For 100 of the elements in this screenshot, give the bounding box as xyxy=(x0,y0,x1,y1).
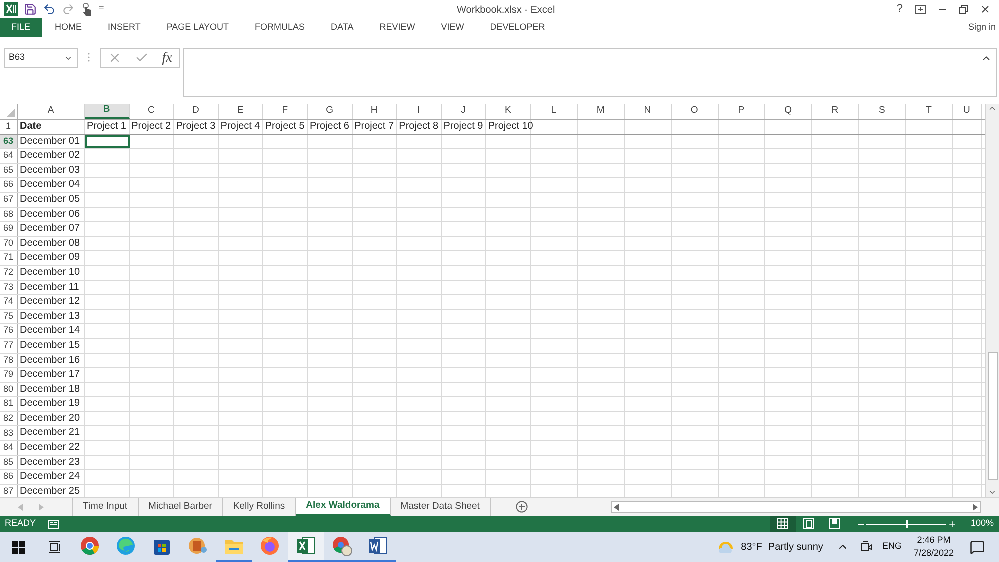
meet-icon[interactable] xyxy=(861,541,874,553)
row-header[interactable]: 71 xyxy=(0,251,18,265)
slider-thumb[interactable] xyxy=(906,520,908,528)
view-button[interactable] xyxy=(770,516,796,532)
row-header[interactable]: 68 xyxy=(0,208,18,222)
row-header[interactable]: 74 xyxy=(0,295,18,309)
column-header[interactable]: J xyxy=(442,104,486,119)
name-box[interactable]: B63 xyxy=(4,48,78,68)
zoom-in-icon[interactable] xyxy=(948,520,957,528)
column-header[interactable]: K xyxy=(486,104,531,119)
row-header[interactable]: 70 xyxy=(0,236,18,250)
column-header[interactable]: M xyxy=(578,104,625,119)
scroll-down-icon[interactable] xyxy=(988,488,997,497)
table-cell: Project 3 xyxy=(174,120,219,134)
temperature[interactable]: 83°F xyxy=(741,540,762,554)
close-icon[interactable] xyxy=(980,4,991,14)
scroll-thumb[interactable] xyxy=(988,352,998,480)
row-header[interactable]: 63 xyxy=(0,134,18,148)
column-header[interactable]: Q xyxy=(765,104,812,119)
ribbon-tab[interactable]: DEVELOPER xyxy=(477,18,558,37)
insert-function-button[interactable]: fx xyxy=(162,48,172,68)
ribbon-tab[interactable]: INSERT xyxy=(95,18,154,37)
column-header[interactable]: U xyxy=(952,104,982,119)
row-header[interactable]: 64 xyxy=(0,149,18,163)
taskbar-app[interactable] xyxy=(288,532,324,562)
scroll-right-icon[interactable] xyxy=(973,504,978,510)
windows-start-icon[interactable] xyxy=(12,540,24,554)
horizontal-scrollbar[interactable] xyxy=(611,501,981,513)
undo-icon[interactable] xyxy=(43,2,56,16)
column-header[interactable]: C xyxy=(130,104,174,119)
vertical-scrollbar[interactable] xyxy=(985,104,999,497)
row-header[interactable]: 86 xyxy=(0,470,18,484)
row-header[interactable]: 79 xyxy=(0,368,18,382)
help-button[interactable]: ? xyxy=(896,0,903,18)
row-header[interactable]: 80 xyxy=(0,382,18,396)
row-header[interactable]: 85 xyxy=(0,456,18,470)
table-cell: Project 10 xyxy=(486,120,531,134)
table-cell: December 04 xyxy=(18,178,85,192)
column-header[interactable]: H xyxy=(352,104,398,119)
weather-condition[interactable]: Partly sunny xyxy=(768,540,824,554)
column-header[interactable]: L xyxy=(530,104,578,119)
ribbon-tab[interactable]: VIEW xyxy=(428,18,478,37)
column-header[interactable]: T xyxy=(906,104,953,119)
table-cell: December 16 xyxy=(18,354,85,368)
table-cell: December 17 xyxy=(18,368,85,382)
column-header[interactable]: G xyxy=(308,104,353,119)
row-header[interactable]: 75 xyxy=(0,310,18,324)
ribbon-tab[interactable]: FORMULAS xyxy=(242,18,318,37)
row-header[interactable]: 67 xyxy=(0,192,18,207)
table-cell: Project 4 xyxy=(218,120,264,134)
save-icon[interactable] xyxy=(24,2,37,16)
column-header[interactable]: B xyxy=(85,104,130,119)
row-header[interactable]: 81 xyxy=(0,397,18,411)
column-header[interactable]: E xyxy=(218,104,264,119)
ribbon-tab[interactable]: FILE xyxy=(0,18,42,37)
row-header[interactable]: 78 xyxy=(0,354,18,368)
formula-input[interactable] xyxy=(183,48,997,97)
macro-record-icon[interactable] xyxy=(48,520,60,528)
column-header[interactable]: O xyxy=(672,104,718,119)
clock-time[interactable]: 2:46 PM xyxy=(917,534,951,547)
ribbon-tab[interactable]: PAGE LAYOUT xyxy=(154,18,242,37)
ribbon-tab[interactable]: REVIEW xyxy=(366,18,428,37)
zoom-level[interactable]: 100% xyxy=(970,517,994,531)
table-cell: December 15 xyxy=(18,338,85,352)
clock-date[interactable]: 7/28/2022 xyxy=(914,547,954,560)
input-language[interactable]: ENG xyxy=(882,540,902,554)
ribbon-display-icon[interactable] xyxy=(915,4,926,14)
row-header[interactable]: 77 xyxy=(0,338,18,352)
column-header[interactable]: F xyxy=(263,104,308,119)
column-header[interactable]: S xyxy=(859,104,906,119)
row-header[interactable]: 65 xyxy=(0,164,18,178)
sheet-tab[interactable]: Alex Waldorama xyxy=(296,498,391,516)
column-header[interactable]: I xyxy=(397,104,442,119)
restore-icon[interactable] xyxy=(959,4,968,14)
row-header[interactable]: 82 xyxy=(0,412,18,426)
add-sheet-icon[interactable] xyxy=(516,501,528,513)
row-header[interactable]: 72 xyxy=(0,266,18,280)
browser-icon xyxy=(331,535,353,557)
row-header[interactable]: 73 xyxy=(0,280,18,294)
scroll-up-icon[interactable] xyxy=(988,104,997,113)
ribbon-tab[interactable]: DATA xyxy=(318,18,367,37)
row-header[interactable]: 84 xyxy=(0,441,18,455)
row-header[interactable]: 69 xyxy=(0,222,18,236)
row-header[interactable]: 66 xyxy=(0,178,18,192)
row-header[interactable]: 83 xyxy=(0,426,18,440)
window-title: Workbook.xlsx - Excel xyxy=(457,4,556,18)
sign-in-link[interactable]: Sign in xyxy=(968,20,996,34)
notifications-icon[interactable] xyxy=(970,540,985,554)
row-header[interactable]: 1 xyxy=(0,120,18,134)
ribbon-tab[interactable]: HOME xyxy=(42,18,95,37)
touch-mode-icon[interactable] xyxy=(81,2,93,16)
column-header[interactable]: N xyxy=(624,104,672,119)
table-cell: December 24 xyxy=(18,470,85,484)
column-header[interactable]: P xyxy=(718,104,766,119)
customize-toolbar-button[interactable]: = xyxy=(99,2,104,16)
column-header[interactable]: R xyxy=(812,104,860,119)
column-header[interactable]: D xyxy=(174,104,219,119)
task-view-icon[interactable] xyxy=(48,540,60,554)
scroll-left-icon[interactable] xyxy=(614,504,619,510)
row-header[interactable]: 76 xyxy=(0,324,18,338)
